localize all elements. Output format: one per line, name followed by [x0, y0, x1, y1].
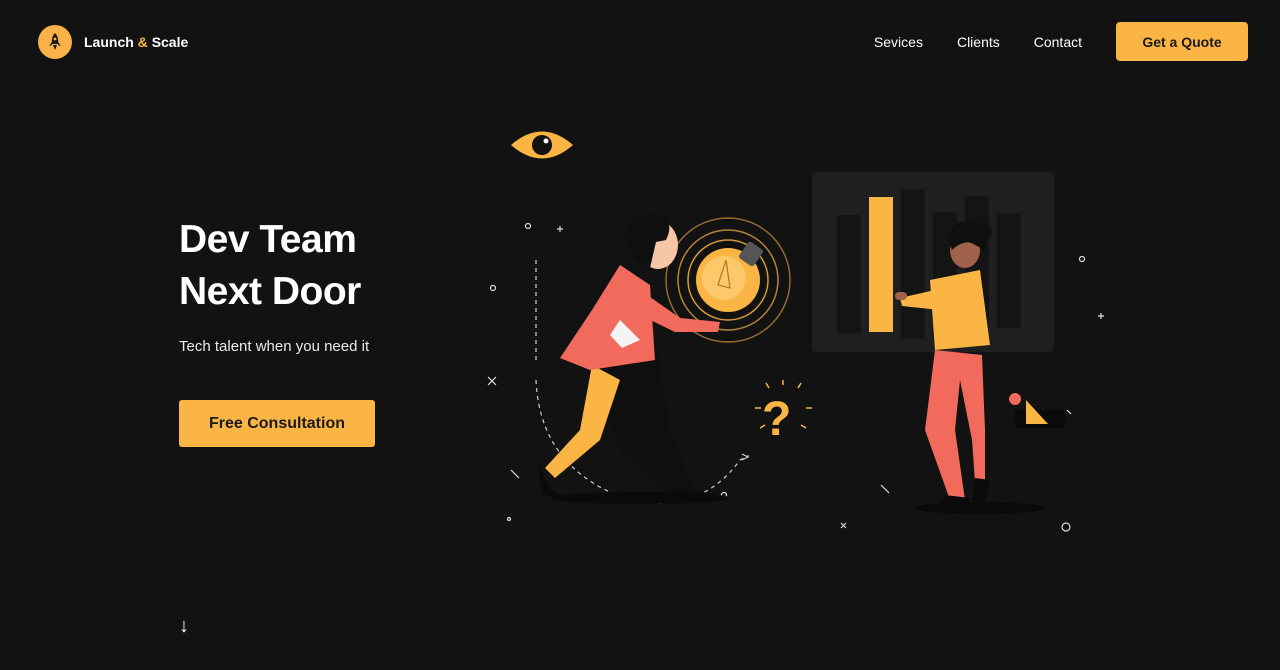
nav-link-services[interactable]: Sevices [874, 34, 923, 50]
brand-name-part2: Scale [151, 34, 189, 50]
free-consultation-button[interactable]: Free Consultation [179, 400, 375, 447]
eye-icon [511, 131, 573, 159]
hero-title-line1: Dev Team [179, 218, 357, 261]
arrow-down-icon[interactable]: ↓ [179, 612, 199, 640]
rocket-icon [38, 25, 72, 59]
chart-board [812, 172, 1054, 352]
woman-holding-bulb [538, 214, 730, 504]
brand-name: Launch & Scale [84, 34, 188, 50]
brand-ampersand: & [137, 34, 148, 50]
get-quote-button[interactable]: Get a Quote [1116, 22, 1248, 61]
question-mark-icon: ? [755, 380, 812, 446]
main-nav: Sevices Clients Contact Get a Quote [874, 22, 1248, 61]
brand-name-part1: Launch [84, 34, 134, 50]
hero-subtitle: Tech talent when you need it [179, 338, 370, 355]
hero-title-line2: Next Door [179, 270, 361, 313]
hero-title: Dev Team Next Door [179, 214, 361, 318]
nav-link-clients[interactable]: Clients [957, 34, 1000, 50]
decorative-shapes [1009, 393, 1065, 428]
site-header: Launch & Scale Sevices Clients Contact G… [0, 0, 1280, 84]
hero-illustration: ? [487, 131, 1104, 532]
nav-link-contact[interactable]: Contact [1034, 34, 1082, 50]
svg-text:?: ? [762, 393, 791, 446]
brand-logo[interactable]: Launch & Scale [38, 25, 188, 59]
